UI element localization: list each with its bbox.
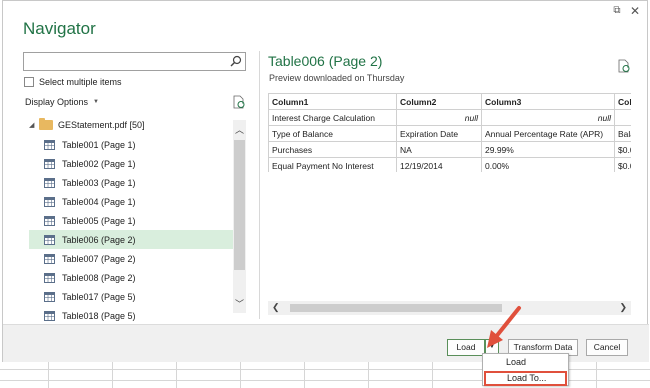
sheet-gridline (368, 362, 369, 388)
grid-column-header[interactable]: Column1 (268, 93, 397, 110)
load-button[interactable]: Load (447, 339, 485, 356)
grid-cell: NA (396, 141, 482, 158)
tree-item-label: Table006 (Page 2) (62, 234, 136, 245)
tree-item-label: Table001 (Page 1) (62, 139, 136, 150)
restore-icon[interactable]: ⧉ (609, 4, 625, 18)
grid-cell: Equal Payment No Interest (268, 157, 397, 172)
grid-column-header[interactable]: Colu (614, 93, 631, 110)
tree-item[interactable]: Table017 (Page 5) (29, 287, 233, 306)
grid-cell: Annual Percentage Rate (APR) (481, 125, 615, 142)
grid-cell: 0.00% (481, 157, 615, 172)
close-icon[interactable]: ✕ (627, 4, 643, 18)
tree-root-node[interactable]: ◢ GEStatement.pdf [50] (29, 117, 145, 133)
table-icon (44, 310, 55, 321)
sheet-gridline (596, 362, 597, 388)
preview-horizontal-scrollbar[interactable]: ❮ ❯ (268, 301, 631, 315)
tree-root-label: GEStatement.pdf [50] (58, 120, 145, 130)
dialog-title: Navigator (23, 19, 96, 38)
table-icon (44, 272, 55, 283)
menu-item-load-to[interactable]: Load To... (484, 371, 567, 386)
pane-divider (259, 51, 260, 319)
folder-icon (39, 118, 53, 130)
grid-cell: Purchases (268, 141, 397, 158)
tree-vertical-scrollbar[interactable]: ︿ ﹀ (233, 120, 246, 313)
sheet-gridline (176, 362, 177, 388)
tree-item-label: Table018 (Page 5) (62, 310, 136, 321)
tree-item-label: Table017 (Page 5) (62, 291, 136, 302)
table-icon (44, 234, 55, 245)
select-multiple-label: Select multiple items (39, 77, 122, 87)
scroll-left-icon[interactable]: ❮ (272, 302, 280, 313)
menu-item-load[interactable]: Load (483, 355, 568, 370)
annotation-arrow-icon (487, 306, 521, 348)
cancel-button[interactable]: Cancel (586, 339, 628, 356)
tree-item[interactable]: Table004 (Page 1) (29, 192, 233, 211)
scrollbar-thumb[interactable] (234, 140, 245, 270)
sheet-gridline (432, 362, 433, 388)
table-icon (44, 253, 55, 264)
scroll-down-icon[interactable]: ﹀ (233, 297, 246, 310)
table-row: Type of Balance Expiration Date Annual Per… (268, 125, 631, 142)
table-icon (44, 158, 55, 169)
scroll-right-icon[interactable]: ❯ (619, 302, 627, 313)
grid-cell: 12/19/2014 (396, 157, 482, 172)
collapse-icon[interactable]: ◢ (29, 121, 39, 129)
tree-item-label: Table003 (Page 1) (62, 177, 136, 188)
grid-cell: 29.99% (481, 141, 615, 158)
grid-cell: Interest Charge Calculation (268, 109, 397, 126)
scroll-up-icon[interactable]: ︿ (233, 123, 246, 136)
table-icon (44, 139, 55, 150)
grid-cell: Bala (614, 125, 631, 142)
display-options-menu[interactable]: Display Options ▼ (25, 97, 99, 107)
grid-column-header[interactable]: Column3 (481, 93, 615, 110)
select-multiple-checkbox[interactable] (24, 77, 34, 87)
grid-cell: Type of Balance (268, 125, 397, 142)
table-row: Interest Charge Calculation null null (268, 109, 631, 126)
preview-grid: Column1Column2Column3Colu Interest Charg… (268, 93, 631, 172)
horizontal-scrollbar-thumb[interactable] (290, 304, 502, 312)
tree-item[interactable]: Table002 (Page 1) (29, 154, 233, 173)
display-options-label: Display Options (25, 97, 89, 107)
tree-item[interactable]: Table005 (Page 1) (29, 211, 233, 230)
tree-item[interactable]: Table003 (Page 1) (29, 173, 233, 192)
tree-item[interactable]: Table007 (Page 2) (29, 249, 233, 268)
tree-item[interactable]: Table008 (Page 2) (29, 268, 233, 287)
select-multiple-row[interactable]: Select multiple items (24, 77, 122, 87)
tree-item[interactable]: Table018 (Page 5) (29, 306, 233, 325)
table-row: PurchasesNA29.99%$0.0 (268, 141, 631, 158)
sheet-gridline (240, 362, 241, 388)
grid-cell: $0.0 (614, 141, 631, 158)
grid-cell: $0.0 (614, 157, 631, 172)
grid-cell: null (396, 109, 482, 126)
tree-item-label: Table007 (Page 2) (62, 253, 136, 264)
tree-item-label: Table008 (Page 2) (62, 272, 136, 283)
navigator-dialog: ⧉ ✕ Navigator Select multiple items Disp… (2, 0, 649, 362)
table-icon (44, 215, 55, 226)
table-icon (44, 177, 55, 188)
preview-subtitle: Preview downloaded on Thursday (269, 73, 405, 83)
refresh-preview-icon[interactable] (617, 59, 631, 73)
search-icon[interactable] (230, 55, 242, 67)
grid-cell: Expiration Date (396, 125, 482, 142)
table-icon (44, 196, 55, 207)
sheet-gridline (48, 362, 49, 388)
grid-cell (614, 109, 631, 126)
sheet-gridline (112, 362, 113, 388)
grid-column-header[interactable]: Column2 (396, 93, 482, 110)
preview-title: Table006 (Page 2) (268, 53, 383, 69)
navigator-tree: ◢ GEStatement.pdf [50] Table001 (Page 1)… (25, 115, 233, 321)
grid-cell: null (481, 109, 615, 126)
tree-item-label: Table004 (Page 1) (62, 196, 136, 207)
load-dropdown-menu: Load Load To... (482, 353, 569, 386)
tree-item[interactable]: Table006 (Page 2) (29, 230, 233, 249)
tree-item-label: Table005 (Page 1) (62, 215, 136, 226)
refresh-icon[interactable] (232, 95, 246, 109)
chevron-down-icon: ▼ (93, 99, 99, 105)
search-input[interactable] (23, 52, 246, 71)
sheet-gridline (304, 362, 305, 388)
table-row: Equal Payment No Interest 12/19/2014 0.00%… (268, 157, 631, 172)
table-icon (44, 291, 55, 302)
tree-item-label: Table002 (Page 1) (62, 158, 136, 169)
tree-item[interactable]: Table001 (Page 1) (29, 135, 233, 154)
